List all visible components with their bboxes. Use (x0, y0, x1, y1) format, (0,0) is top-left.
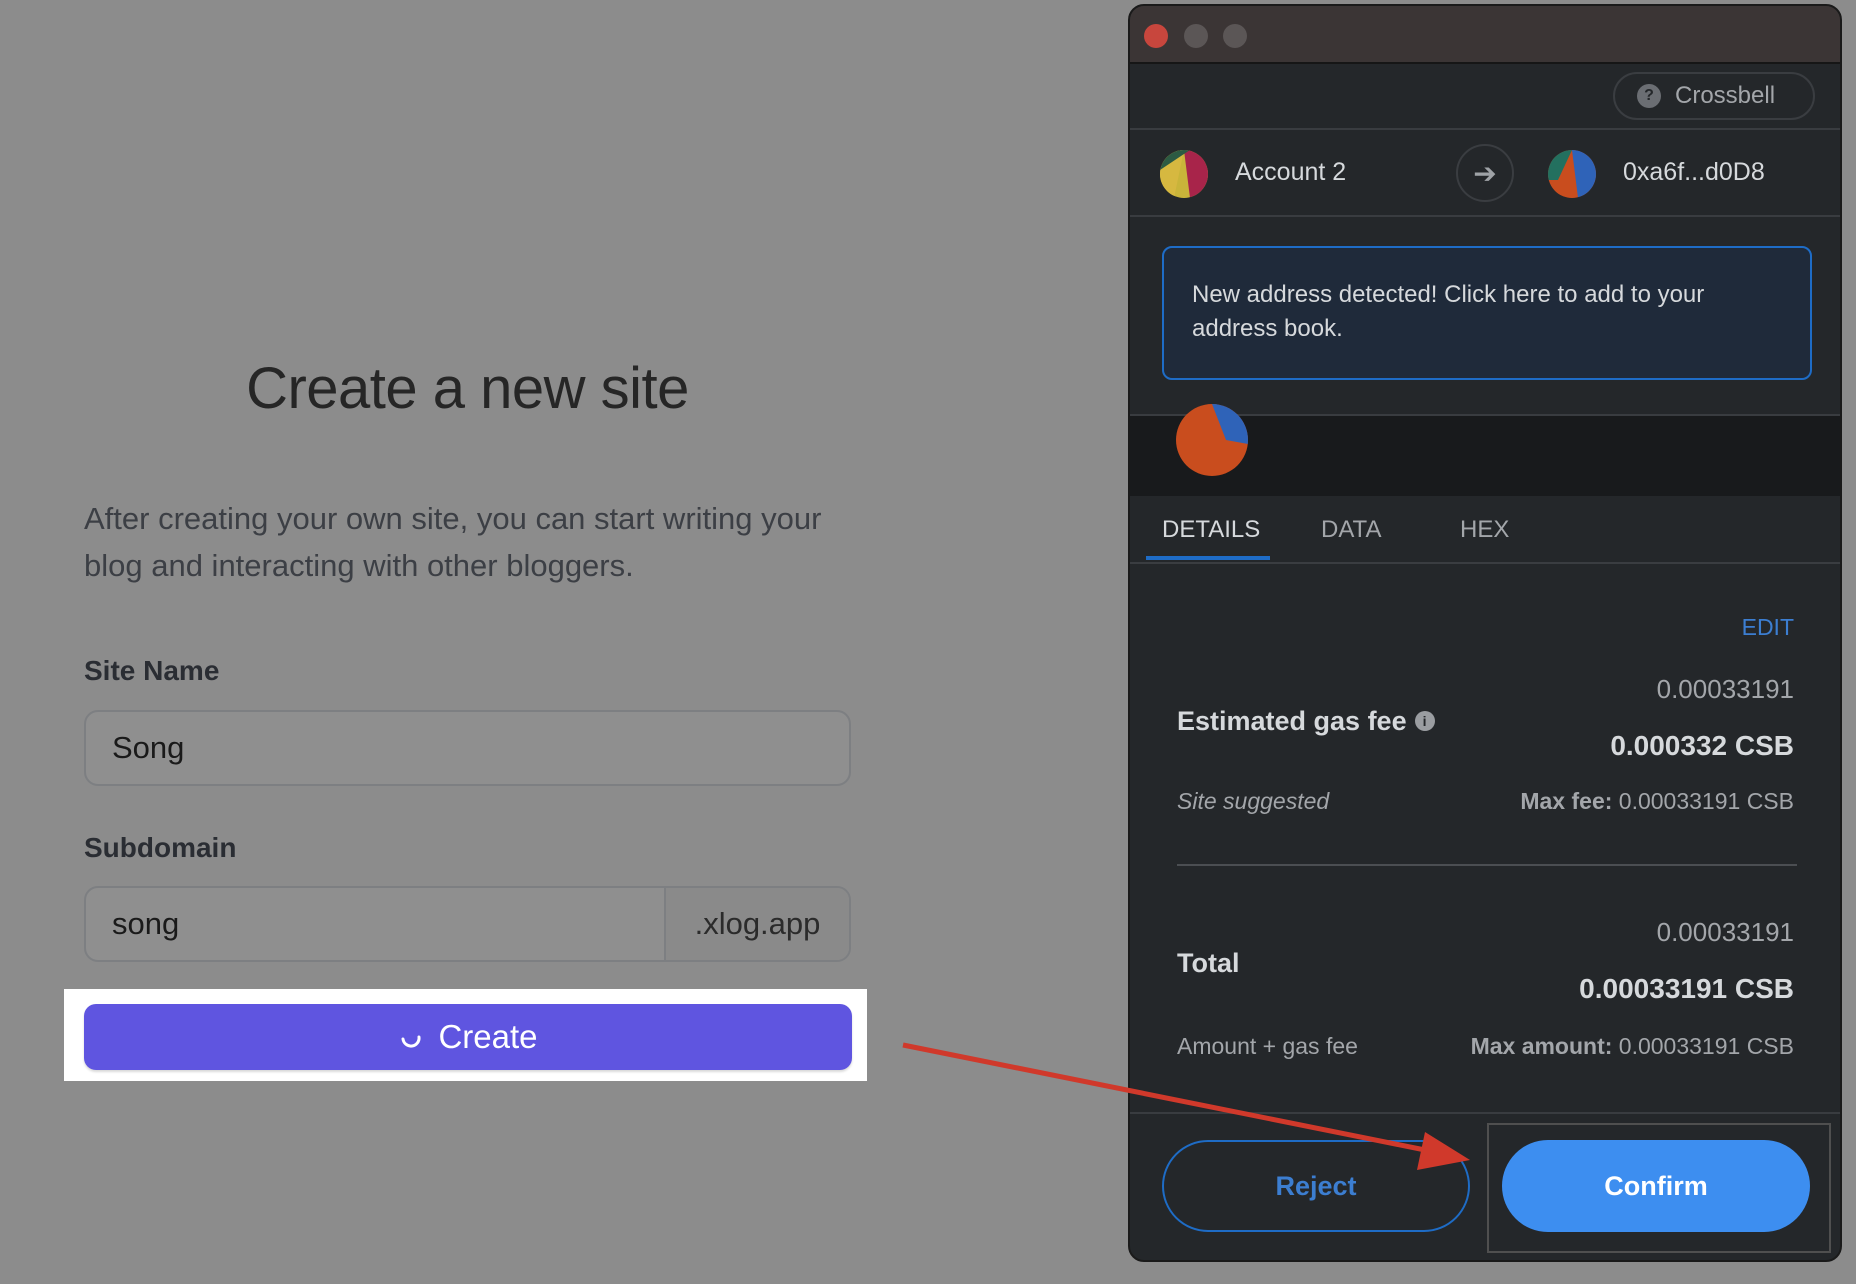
tab-details[interactable]: DETAILS (1162, 516, 1260, 544)
max-fee-row: Max fee: 0.00033191 CSB (1520, 788, 1794, 815)
page-description: After creating your own site, you can st… (84, 501, 822, 583)
minimize-window-button[interactable] (1184, 24, 1208, 48)
total-small: 0.00033191 (1656, 917, 1794, 947)
loading-spinner-icon (401, 1035, 421, 1048)
close-window-button[interactable] (1144, 24, 1168, 48)
tab-hex[interactable]: HEX (1460, 516, 1509, 544)
maximize-window-button[interactable] (1223, 24, 1247, 48)
network-name: Crossbell (1675, 82, 1776, 109)
max-fee-label: Max fee: (1520, 788, 1613, 814)
create-button[interactable]: Create (84, 1004, 852, 1070)
window-titlebar (1130, 6, 1840, 64)
confirm-button[interactable]: Confirm (1502, 1140, 1810, 1232)
site-name-input[interactable]: Song (84, 710, 851, 786)
contract-band (1130, 404, 1840, 496)
gas-fee-small: 0.00033191 (1656, 674, 1794, 704)
gas-fee-bold: 0.000332 CSB (1610, 730, 1794, 761)
active-tab-indicator (1146, 556, 1270, 560)
sender-recipient-row: Account 2 ➔ 0xa6f...d0D8 (1130, 130, 1840, 215)
details-tabs: DETAILS DATA HEX (1130, 498, 1840, 564)
info-icon[interactable]: i (1414, 711, 1435, 731)
total-label: Total (1177, 948, 1240, 978)
subdomain-label: Subdomain (84, 832, 237, 863)
footer-divider (1130, 1112, 1840, 1114)
subdomain-suffix: .xlog.app (664, 888, 849, 960)
create-button-label: Create (438, 1018, 538, 1055)
gas-fee-label-text: Estimated gas fee (1177, 706, 1407, 736)
site-name-label: Site Name (84, 655, 220, 686)
account-divider (1130, 215, 1840, 217)
max-fee-value: 0.00033191 CSB (1618, 788, 1794, 814)
site-suggested-label: Site suggested (1177, 788, 1330, 814)
network-selector[interactable]: ? Crossbell (1613, 72, 1815, 120)
recipient-address: 0xa6f...d0D8 (1623, 158, 1765, 186)
page-title: Create a new site (246, 356, 689, 421)
contract-avatar (1176, 404, 1248, 476)
wallet-popup-window: ? Crossbell Account 2 ➔ 0xa6f...d0D8 New… (1128, 4, 1842, 1262)
max-amount-value: 0.00033191 CSB (1618, 1033, 1794, 1059)
max-amount-row: Max amount: 0.00033191 CSB (1471, 1033, 1794, 1060)
arrow-right-icon: ➔ (1456, 144, 1514, 202)
subdomain-input[interactable]: song .xlog.app (84, 886, 851, 962)
from-account-name: Account 2 (1235, 158, 1347, 186)
amount-plus-gas-label: Amount + gas fee (1177, 1033, 1358, 1059)
total-bold: 0.00033191 CSB (1579, 973, 1794, 1004)
account-avatar (1160, 150, 1208, 198)
details-separator (1177, 864, 1797, 866)
tab-data[interactable]: DATA (1321, 516, 1381, 544)
edit-gas-link[interactable]: EDIT (1742, 614, 1794, 641)
recipient-avatar (1548, 150, 1596, 198)
max-amount-label: Max amount: (1470, 1033, 1613, 1059)
subdomain-value: song (112, 906, 180, 941)
question-icon: ? (1637, 84, 1661, 108)
site-name-value: Song (112, 730, 185, 765)
gas-fee-label: Estimated gas fee i (1177, 706, 1435, 737)
new-address-notice[interactable]: New address detected! Click here to add … (1162, 246, 1812, 380)
reject-button[interactable]: Reject (1162, 1140, 1470, 1232)
